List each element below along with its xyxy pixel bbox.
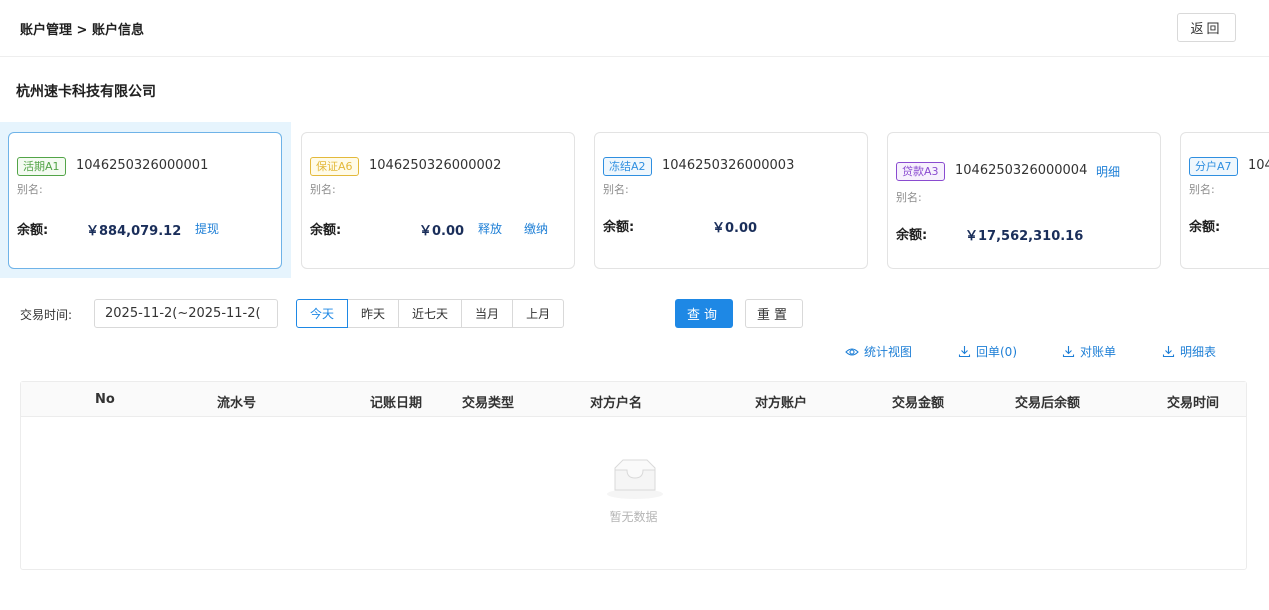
column-header-amount: 交易金额 — [892, 396, 945, 411]
quick-date-yesterday[interactable]: 昨天 — [347, 299, 400, 328]
account-cards: 活期A1 1046250326000001 别名: 余额: ￥884,079.1… — [0, 122, 1269, 278]
account-card-3[interactable]: 冻结A2 1046250326000003 别名: 余额: ￥0.00 — [594, 132, 868, 269]
quick-date-group: 今天 昨天 近七天 当月 上月 — [296, 299, 565, 328]
account-card-1[interactable]: 活期A1 1046250326000001 别名: 余额: ￥884,079.1… — [8, 132, 282, 269]
detail-sheet-download-label: 明细表 — [1180, 345, 1217, 359]
account-type-tag: 保证A6 — [310, 157, 359, 176]
balance-value: ￥884,079.12 — [86, 224, 182, 239]
quick-date-last-month[interactable]: 上月 — [512, 299, 565, 328]
balance-label: 余额: — [17, 223, 49, 238]
account-alias-label: 别名: — [603, 183, 629, 196]
column-header-counterparty-account: 对方账户 — [755, 396, 808, 411]
account-number: 1046250326000002 — [369, 158, 502, 173]
reset-button[interactable]: 重置 — [745, 299, 803, 328]
column-header-transaction-type: 交易类型 — [462, 396, 515, 411]
account-number: 1046250326000001 — [76, 158, 209, 173]
statement-download-label: 对账单 — [1080, 345, 1117, 359]
transaction-time-label: 交易时间: — [20, 308, 73, 322]
account-number: 1046250326000004 — [955, 163, 1088, 178]
account-type-tag: 贷款A3 — [896, 162, 945, 181]
account-number: 1046250326000003 — [662, 158, 795, 173]
date-range-input[interactable]: 2025-11-2(~2025-11-2( — [94, 299, 278, 328]
query-button[interactable]: 查询 — [675, 299, 733, 328]
quick-date-today[interactable]: 今天 — [296, 299, 349, 328]
balance-value: ￥0.00 — [419, 224, 465, 239]
download-icon — [1162, 345, 1175, 358]
account-number: 104 — [1248, 158, 1269, 173]
account-type-tag: 冻结A2 — [603, 157, 652, 176]
receipt-download-label: 回单(0) — [976, 345, 1017, 359]
quick-date-last-7-days[interactable]: 近七天 — [398, 299, 463, 328]
statistics-view-link[interactable]: 统计视图 — [845, 343, 912, 360]
column-header-serial-no: 流水号 — [217, 396, 257, 411]
download-icon — [958, 345, 971, 358]
column-header-posting-date: 记账日期 — [370, 396, 423, 411]
withdraw-link[interactable]: 提现 — [195, 220, 219, 237]
account-type-tag: 活期A1 — [17, 157, 66, 176]
balance-value: ￥17,562,310.16 — [965, 229, 1084, 244]
eye-icon — [845, 345, 859, 359]
column-header-no: No — [95, 392, 115, 407]
account-alias-label: 别名: — [310, 183, 336, 196]
table-header: No 流水号 记账日期 交易类型 对方户名 对方账户 交易金额 交易后余额 交易… — [21, 382, 1246, 417]
balance-label: 余额: — [1189, 220, 1221, 235]
detail-sheet-download-link[interactable]: 明细表 — [1162, 343, 1216, 360]
balance-value: ￥0.00 — [712, 221, 758, 236]
statement-download-link[interactable]: 对账单 — [1062, 343, 1116, 360]
account-alias-label: 别名: — [1189, 183, 1215, 196]
download-icon — [1062, 345, 1075, 358]
empty-inbox-icon — [605, 458, 665, 504]
balance-label: 余额: — [896, 228, 928, 243]
receipt-download-link[interactable]: 回单(0) — [958, 343, 1017, 360]
transactions-table: No 流水号 记账日期 交易类型 对方户名 对方账户 交易金额 交易后余额 交易… — [20, 381, 1247, 570]
account-card-2[interactable]: 保证A6 1046250326000002 别名: 余额: ￥0.00 释放 缴… — [301, 132, 575, 269]
empty-state-text: 暂无数据 — [609, 510, 658, 524]
back-button[interactable]: 返回 — [1177, 13, 1236, 42]
pay-deposit-link[interactable]: 缴纳 — [524, 220, 548, 237]
account-alias-label: 别名: — [896, 191, 922, 204]
top-bar: 账户管理 > 账户信息 返回 — [0, 0, 1269, 57]
account-type-tag: 分户A7 — [1189, 157, 1238, 176]
breadcrumb: 账户管理 > 账户信息 — [20, 23, 144, 38]
quick-date-this-month[interactable]: 当月 — [461, 299, 514, 328]
column-header-balance-after: 交易后余额 — [1015, 396, 1081, 411]
balance-label: 余额: — [310, 223, 342, 238]
column-header-transaction-time: 交易时间 — [1167, 396, 1220, 411]
account-detail-link[interactable]: 明细 — [1096, 163, 1120, 180]
statistics-view-label: 统计视图 — [864, 345, 913, 359]
account-card-5[interactable]: 分户A7 104 别名: 余额: — [1180, 132, 1269, 269]
balance-label: 余额: — [603, 220, 635, 235]
column-header-counterparty-name: 对方户名 — [590, 396, 643, 411]
release-link[interactable]: 释放 — [478, 220, 502, 237]
account-alias-label: 别名: — [17, 183, 43, 196]
company-name: 杭州速卡科技有限公司 — [16, 84, 156, 100]
account-card-4[interactable]: 贷款A3 1046250326000004 明细 别名: 余额: ￥17,562… — [887, 132, 1161, 269]
